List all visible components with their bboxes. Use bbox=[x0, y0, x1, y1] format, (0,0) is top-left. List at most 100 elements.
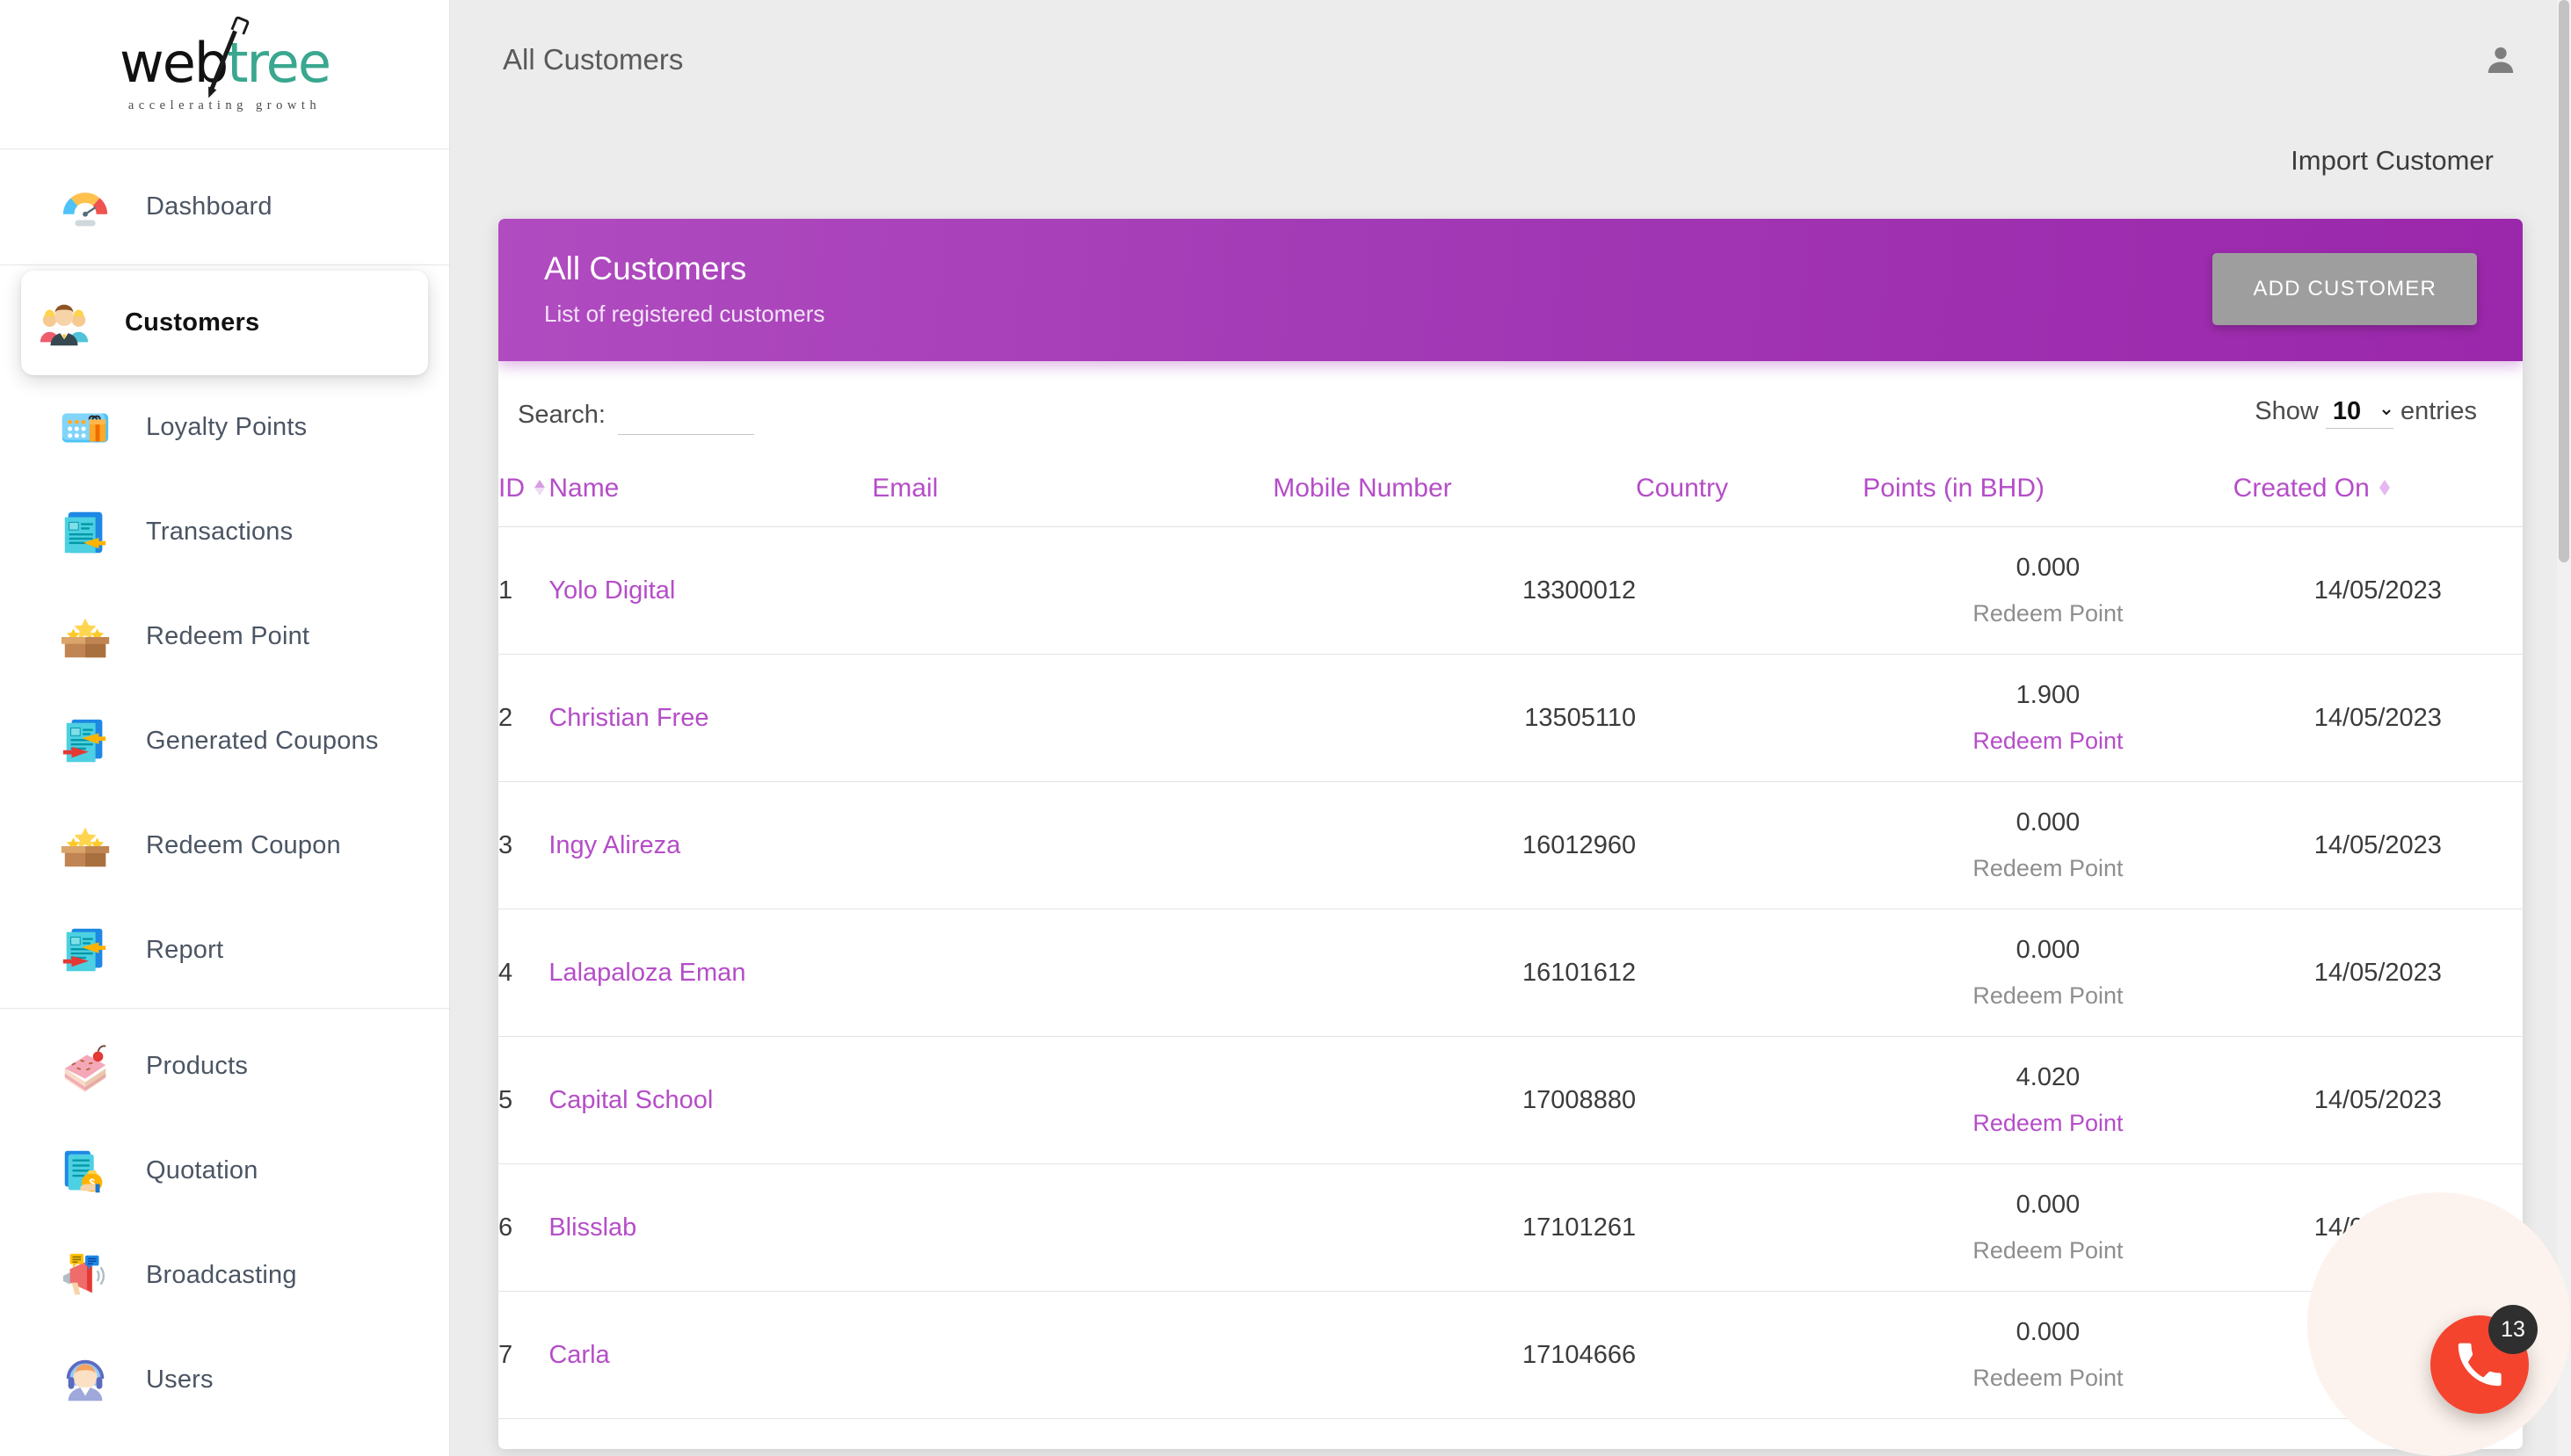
sidebar-item-redeem-point[interactable]: Redeem Point bbox=[21, 584, 428, 689]
logo-wordmark: webtree bbox=[120, 23, 331, 91]
sidebar-item-label: Redeem Point bbox=[146, 622, 310, 650]
cell-points: 0.000 Redeem Point bbox=[1863, 1163, 2233, 1292]
gauge-icon bbox=[62, 192, 108, 226]
redeem-point-link[interactable]: Redeem Point bbox=[1863, 1110, 2233, 1137]
points-value: 0.000 bbox=[2015, 1191, 2081, 1219]
main-content: All Customers Import Customer All Custom… bbox=[450, 0, 2571, 1456]
logo-tagline: accelerating growth bbox=[127, 98, 322, 112]
cell-email bbox=[872, 1036, 1274, 1164]
column-header-label: Created On bbox=[2233, 474, 2370, 503]
cell-country bbox=[1636, 909, 1863, 1037]
column-header-email[interactable]: Email bbox=[872, 465, 1274, 527]
import-row: Import Customer bbox=[450, 119, 2571, 203]
cell-mobile: 17104666 bbox=[1273, 1291, 1637, 1419]
cell-id: 2 bbox=[498, 654, 549, 782]
coupon-doc-icon bbox=[62, 719, 106, 762]
table-head: ID Name Email Mobile Number Country Points (i… bbox=[498, 465, 2523, 527]
logo-secondary-text: tree bbox=[227, 30, 331, 95]
customer-link[interactable]: Ingy Alireza bbox=[548, 831, 680, 859]
sidebar-item-dashboard[interactable]: Dashboard bbox=[21, 155, 428, 259]
sidebar-item-loyalty-points[interactable]: Loyalty Points bbox=[21, 375, 428, 480]
points-value: 0.000 bbox=[2015, 936, 2081, 964]
sidebar-item-label: Dashboard bbox=[146, 192, 272, 221]
search-label: Search: bbox=[518, 401, 606, 429]
sidebar-item-generated-coupons[interactable]: Generated Coupons bbox=[21, 689, 428, 793]
column-header-name[interactable]: Name bbox=[548, 465, 873, 527]
scroll-thumb[interactable] bbox=[2559, 0, 2569, 562]
cell-created-on: 14/05/2023 bbox=[2233, 526, 2523, 655]
cell-country bbox=[1636, 654, 1863, 782]
cell-country bbox=[1636, 1291, 1863, 1419]
cell-points: 4.020 Redeem Point bbox=[1863, 1036, 2233, 1164]
money-doc-icon: $ bbox=[64, 1150, 103, 1192]
sidebar-item-broadcasting[interactable]: Broadcasting bbox=[21, 1223, 428, 1328]
cell-name: Carla bbox=[548, 1291, 873, 1419]
cell-email bbox=[872, 1163, 1274, 1292]
report-doc-icon bbox=[62, 928, 106, 971]
sidebar-item-products[interactable]: Products bbox=[21, 1014, 428, 1119]
add-customer-button[interactable]: ADD CUSTOMER bbox=[2212, 253, 2477, 325]
column-header-points-in-bhd[interactable]: Points (in BHD) bbox=[1863, 465, 2233, 527]
table-row: 1 Yolo Digital 13300012 0.000 Redeem Point 14… bbox=[498, 526, 2523, 655]
table-row: 4 Lalapaloza Eman 16101612 0.000 Redeem Poin… bbox=[498, 909, 2523, 1037]
sidebar-group: Customers Loyalty Points Transactions Re… bbox=[0, 265, 449, 1009]
brand-logo[interactable]: webtree accelerating growth bbox=[0, 0, 449, 149]
cell-country bbox=[1636, 1163, 1863, 1292]
customer-link[interactable]: Yolo Digital bbox=[548, 576, 675, 605]
column-header-created-on[interactable]: Created On bbox=[2233, 465, 2523, 527]
sidebar-nav: Dashboard Customers Loyalty Points Trans… bbox=[0, 149, 449, 1438]
sort-asc-icon bbox=[533, 472, 547, 502]
customer-link[interactable]: Christian Free bbox=[548, 704, 708, 732]
card-title: All Customers bbox=[544, 250, 747, 286]
customer-link[interactable]: Lalapaloza Eman bbox=[548, 959, 745, 987]
column-header-mobile-number[interactable]: Mobile Number bbox=[1273, 465, 1637, 527]
page-scrollbar[interactable] bbox=[2557, 0, 2571, 1456]
redeem-point-link: Redeem Point bbox=[1972, 1237, 2124, 1264]
table-row: 7Carla171046660.000Redeem Point14/05/202… bbox=[498, 1291, 2523, 1419]
cell-id: 3 bbox=[498, 781, 549, 909]
cell-points: 0.000Redeem Point bbox=[1863, 1418, 2233, 1449]
search-input[interactable] bbox=[617, 396, 754, 435]
column-header-label: ID bbox=[498, 474, 525, 503]
customer-link[interactable]: Carla bbox=[548, 1341, 609, 1369]
card-header: All Customers List of registered custome… bbox=[498, 219, 2523, 361]
cell-mobile: 13505110 bbox=[1273, 654, 1637, 782]
redeem-point-link: Redeem Point bbox=[1972, 1365, 2124, 1391]
redeem-point-link[interactable]: Redeem Point bbox=[1863, 728, 2233, 755]
sidebar-item-label: Loyalty Points bbox=[146, 413, 308, 441]
cell-country bbox=[1636, 526, 1863, 655]
points-value: 0.000 bbox=[2015, 808, 2081, 837]
sidebar-item-transactions[interactable]: Transactions bbox=[21, 480, 428, 584]
customer-link[interactable]: Capital School bbox=[548, 1086, 713, 1114]
sidebar-item-report[interactable]: Report bbox=[21, 898, 428, 1003]
column-header-country[interactable]: Country bbox=[1636, 465, 1863, 527]
cell-created-on: 14/05/2023 bbox=[2233, 1036, 2523, 1164]
sidebar-item-label: Customers bbox=[125, 308, 260, 337]
sidebar-group: Products $ Quotation Broadcasting Users bbox=[0, 1009, 449, 1438]
column-header-label: Mobile Number bbox=[1273, 474, 1452, 503]
customer-link[interactable]: Blisslab bbox=[548, 1213, 636, 1242]
import-customer-link[interactable]: Import Customer bbox=[2291, 145, 2494, 177]
entries-select[interactable]: 102550100 bbox=[2325, 396, 2393, 429]
cell-name: Christian Free bbox=[548, 654, 873, 782]
sidebar-item-label: Transactions bbox=[146, 518, 294, 546]
cell-points: 0.000Redeem Point bbox=[1863, 781, 2233, 909]
topbar: All Customers bbox=[450, 0, 2571, 119]
sidebar-item-label: Broadcasting bbox=[146, 1261, 297, 1289]
cell-name: Bahrain Kuwait Insurance Company ( Bs bbox=[548, 1418, 873, 1449]
show-entries: Show 102550100 entries bbox=[2255, 396, 2477, 429]
sidebar-item-quotation[interactable]: $ Quotation bbox=[21, 1119, 428, 1223]
report-doc-icon bbox=[58, 924, 113, 978]
sidebar-item-users[interactable]: Users bbox=[21, 1328, 428, 1432]
cell-mobile: 17101261 bbox=[1273, 1163, 1637, 1292]
call-fab-button[interactable]: 13 bbox=[2430, 1305, 2538, 1414]
invoice-icon bbox=[64, 511, 106, 553]
megaphone-icon bbox=[58, 1249, 113, 1303]
sidebar-item-customers[interactable]: Customers bbox=[21, 271, 428, 375]
star-box-icon bbox=[58, 819, 113, 873]
column-header-id[interactable]: ID bbox=[498, 465, 549, 527]
breadcrumb: All Customers bbox=[503, 42, 684, 76]
user-icon[interactable] bbox=[2483, 42, 2518, 77]
sidebar-item-redeem-coupon[interactable]: Redeem Coupon bbox=[21, 793, 428, 898]
redeem-point-link: Redeem Point bbox=[1972, 600, 2124, 627]
